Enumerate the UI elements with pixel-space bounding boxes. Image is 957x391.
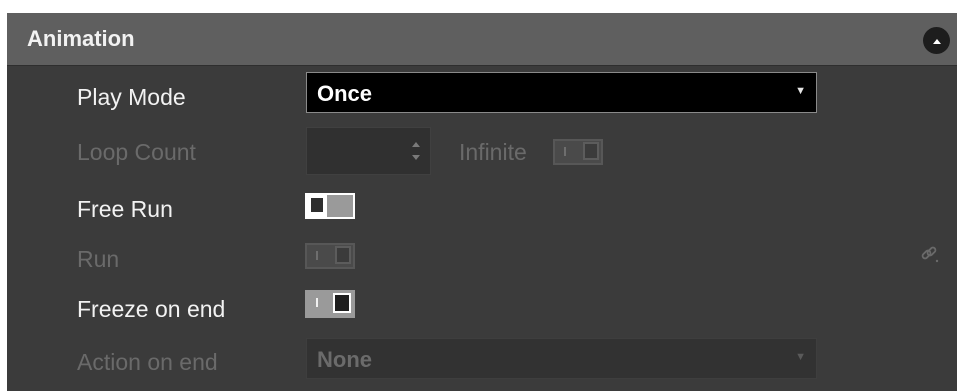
- action-on-end-label: Action on end: [77, 349, 218, 375]
- infinite-label: Infinite: [459, 139, 527, 165]
- run-label: Run: [77, 246, 120, 272]
- chevron-up-icon: [932, 32, 942, 50]
- toggle-knob: [583, 142, 599, 160]
- play-mode-value: Once: [317, 81, 373, 106]
- loop-count-spinner[interactable]: [306, 127, 431, 175]
- play-mode-dropdown[interactable]: Once ▼: [306, 72, 817, 113]
- freeze-on-end-toggle[interactable]: [305, 290, 355, 318]
- toggle-track: [327, 195, 353, 217]
- play-mode-label: Play Mode: [77, 84, 186, 110]
- link-icon[interactable]: [920, 244, 940, 264]
- animation-panel: Animation Play Mode Once ▼ Loop Count In…: [7, 13, 957, 391]
- loop-count-label: Loop Count: [77, 139, 196, 165]
- freeze-on-end-label: Freeze on end: [77, 296, 226, 322]
- toggle-tick: [564, 147, 566, 156]
- caret-down-icon: ▼: [795, 351, 806, 363]
- collapse-button[interactable]: [923, 27, 950, 54]
- toggle-knob: [335, 246, 351, 264]
- toggle-tick: [316, 298, 318, 307]
- caret-down-icon: ▼: [795, 85, 806, 97]
- free-run-toggle[interactable]: [305, 193, 355, 219]
- free-run-label: Free Run: [77, 196, 173, 222]
- action-on-end-value: None: [317, 347, 372, 372]
- toggle-knob: [309, 196, 325, 214]
- spinner-arrows-icon[interactable]: [410, 138, 422, 164]
- toggle-knob: [333, 293, 351, 313]
- section-title: Animation: [27, 26, 135, 51]
- section-header[interactable]: Animation: [7, 13, 957, 66]
- action-on-end-dropdown[interactable]: None ▼: [306, 338, 817, 379]
- run-toggle[interactable]: [305, 243, 355, 269]
- infinite-toggle[interactable]: [553, 139, 603, 165]
- toggle-tick: [316, 251, 318, 260]
